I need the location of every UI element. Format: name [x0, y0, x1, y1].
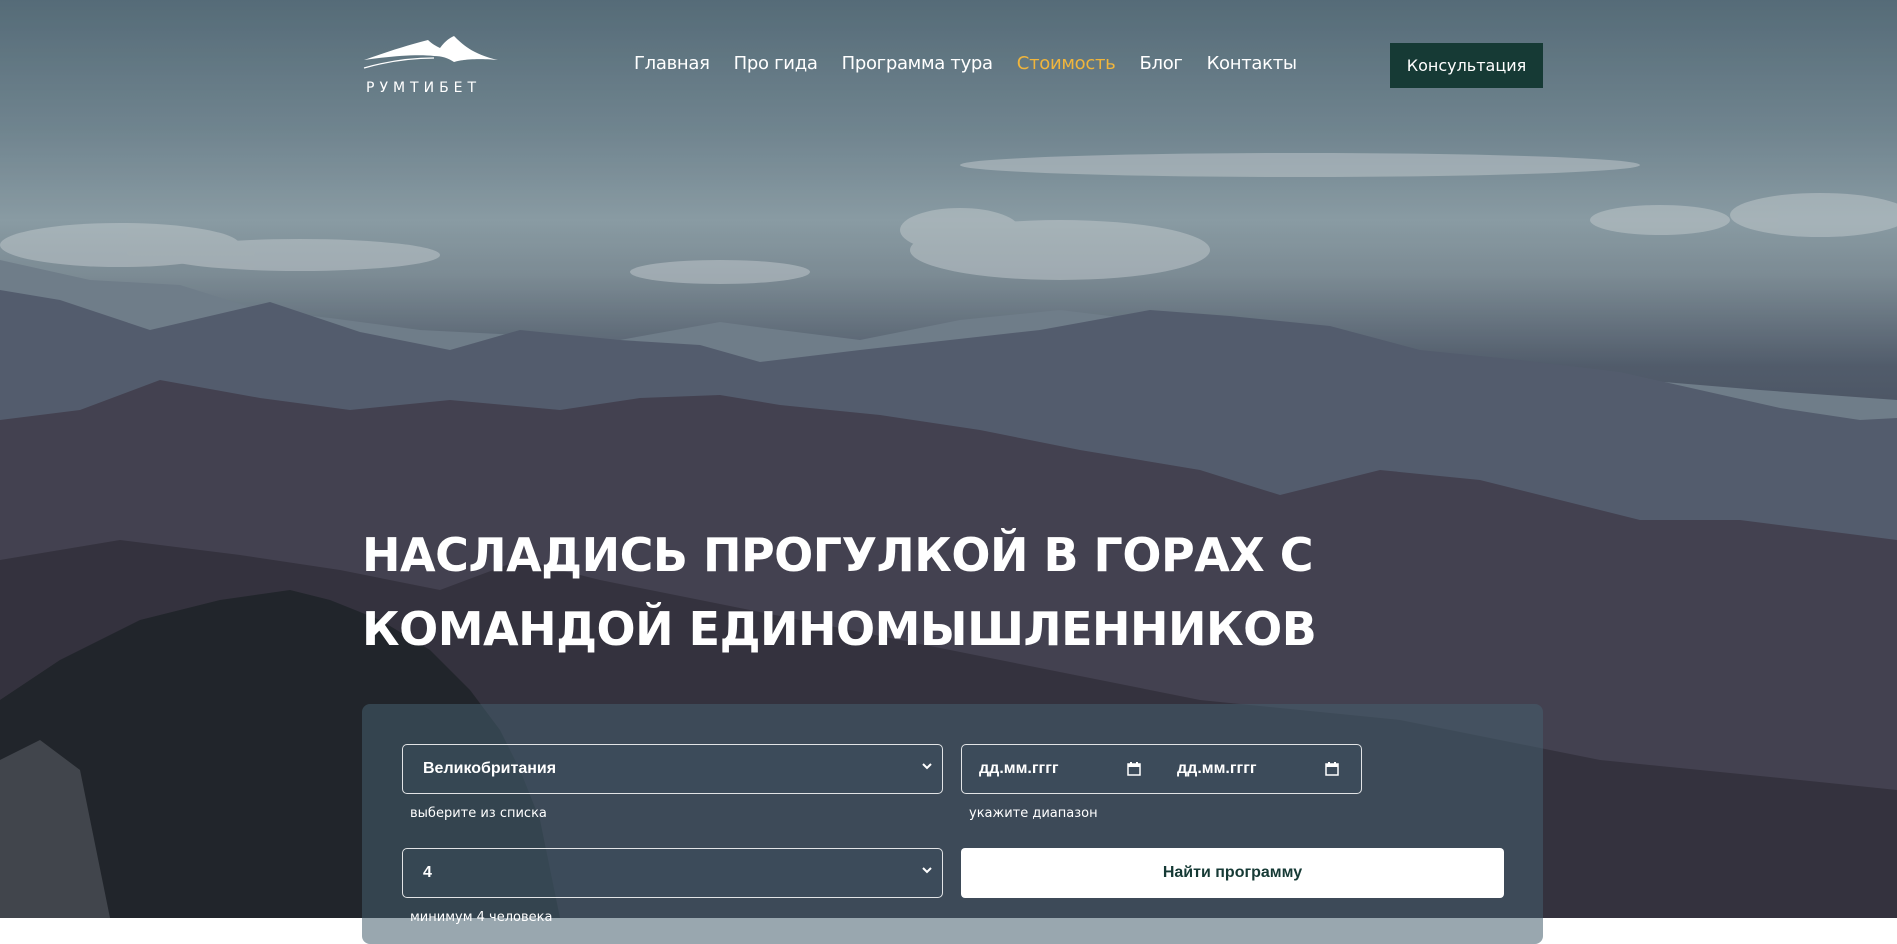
nav-item-guide[interactable]: Про гида [734, 53, 818, 74]
dates-hint: укажите диапазон [969, 806, 1098, 821]
country-select-value: Великобритания [423, 760, 557, 777]
chevron-down-icon [922, 867, 932, 874]
chevron-down-icon [922, 763, 932, 770]
nav-item-price[interactable]: Стоимость [1017, 53, 1116, 74]
logo-text: РУМТИБЕТ [366, 80, 482, 96]
calendar-icon[interactable] [1325, 762, 1339, 776]
country-select[interactable]: Великобритания [402, 744, 943, 794]
consultation-button[interactable]: Консультация [1390, 43, 1543, 88]
date-from-input[interactable]: дд.мм.гггг [979, 760, 1059, 778]
people-count-select[interactable]: 4 [402, 848, 943, 898]
tour-search-panel: Великобритания выберите из списка дд.мм.… [362, 704, 1543, 944]
hero-title: Насладись прогулкой в горах с командой е… [362, 528, 1317, 656]
people-count-value: 4 [423, 864, 432, 881]
nav-item-home[interactable]: Главная [634, 53, 710, 74]
country-hint: выберите из списка [410, 806, 547, 821]
nav-item-contacts[interactable]: Контакты [1207, 53, 1298, 74]
logo[interactable]: РУМТИБЕТ [362, 34, 502, 98]
date-range-field: дд.мм.гггг дд.мм.гггг [961, 744, 1362, 794]
date-to-input[interactable]: дд.мм.гггг [1177, 760, 1257, 778]
nav-item-program[interactable]: Программа тура [842, 53, 994, 74]
find-program-button[interactable]: Найти программу [961, 848, 1504, 898]
nav-item-blog[interactable]: Блог [1139, 53, 1182, 74]
mountain-logo-icon [363, 36, 498, 69]
calendar-icon[interactable] [1127, 762, 1141, 776]
main-nav: Главная Про гида Программа тура Стоимост… [634, 53, 1321, 74]
site-header: РУМТИБЕТ Главная Про гида Программа тура… [0, 0, 1897, 130]
